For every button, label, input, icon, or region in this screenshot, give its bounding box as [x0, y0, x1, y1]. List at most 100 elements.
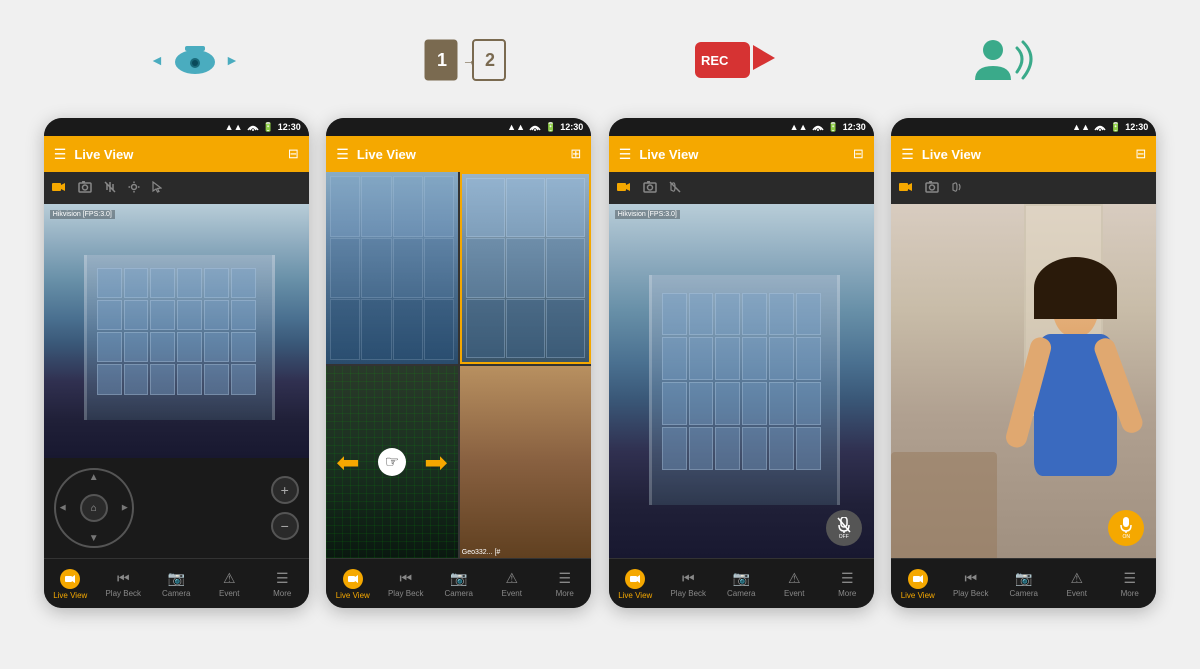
- phone1-video-icon[interactable]: [52, 181, 66, 195]
- phone3-nav-liveview[interactable]: Live View: [609, 569, 662, 600]
- svg-text:►: ►: [225, 52, 239, 68]
- phone4-screenshot-icon[interactable]: [925, 181, 939, 196]
- phone1-screenshot-icon[interactable]: [78, 181, 92, 196]
- phone1-ptz-up[interactable]: ▲: [89, 472, 99, 483]
- phone3-battery: 🔋: [828, 122, 839, 133]
- phone1-camera-label: Hikvision [FPS:3.0]: [50, 210, 115, 219]
- phone4-nav-playback[interactable]: ⏮ Play Beck: [944, 570, 997, 598]
- phone2-cell-bottomleft[interactable]: ⬅ ☞ ➡: [326, 366, 458, 558]
- phone1-cursor-icon[interactable]: [152, 181, 162, 196]
- phone4-more-icon: ☰: [1123, 570, 1136, 587]
- phone-3: ▲▲ 🔋 12:30 ☰ Live View ⊟: [609, 118, 874, 608]
- phone2-signal: ▲▲: [507, 122, 525, 132]
- phone1-mute-icon[interactable]: [104, 181, 116, 196]
- phone4-on-label: ON: [1123, 534, 1131, 540]
- phone2-status-bar: ▲▲ 🔋 12:30: [326, 118, 591, 136]
- phone4-mic-on-overlay[interactable]: ON: [1108, 510, 1144, 546]
- phone1-ptz-left[interactable]: ◄: [58, 503, 68, 514]
- phone1-ptz-down[interactable]: ▼: [89, 533, 99, 544]
- phone4-nav-liveview[interactable]: Live View: [891, 569, 944, 600]
- phone2-nav-liveview-label: Live View: [336, 591, 370, 600]
- phone3-playback-icon: ⏮: [682, 570, 695, 587]
- phone1-status-bar: ▲▲ 🔋 12:30: [44, 118, 309, 136]
- phone3-app-bar: ☰ Live View ⊟: [609, 136, 874, 172]
- phone1-nav-event-label: Event: [219, 589, 239, 598]
- phone1-nav-more[interactable]: ☰ More: [256, 570, 309, 598]
- phone4-status-bar: ▲▲ 🔋 12:30: [891, 118, 1156, 136]
- phone1-nav-camera[interactable]: 📷 Camera: [150, 570, 203, 598]
- phone2-layout-icon[interactable]: ⊞: [570, 146, 581, 162]
- phone1-playback-icon: ⏮: [117, 570, 130, 587]
- phone2-cell-bottomright[interactable]: Geo332... [#: [460, 366, 592, 558]
- phone2-nav-event[interactable]: ⚠ Event: [485, 570, 538, 598]
- phone1-zoom-in[interactable]: +: [271, 476, 299, 504]
- phone1-nav-liveview[interactable]: Live View: [44, 569, 97, 600]
- phone2-nav-playback[interactable]: ⏮ Play Beck: [379, 570, 432, 598]
- phone2-app-bar: ☰ Live View ⊞: [326, 136, 591, 172]
- phone1-building: [44, 204, 309, 458]
- phone3-nav-event[interactable]: ⚠ Event: [768, 570, 821, 598]
- phone3-building: [609, 204, 874, 558]
- svg-text:REC: REC: [701, 53, 729, 68]
- phone3-nav-playback-label: Play Beck: [670, 589, 706, 598]
- phone4-nav-event[interactable]: ⚠ Event: [1050, 570, 1103, 598]
- phone1-nav-playback[interactable]: ⏮ Play Beck: [97, 570, 150, 598]
- phone3-mute-icon[interactable]: [669, 181, 681, 196]
- phone3-video-icon[interactable]: [617, 181, 631, 195]
- phone3-toolbar: [609, 172, 874, 204]
- phone1-zoom-out[interactable]: −: [271, 512, 299, 540]
- phone3-mic-off-btn[interactable]: OFF: [826, 510, 862, 546]
- phone1-event-icon: ⚠: [223, 570, 236, 587]
- phone2-nav-camera[interactable]: 📷 Camera: [432, 570, 485, 598]
- phone2-menu-icon[interactable]: ☰: [336, 146, 349, 163]
- phone4-time: 12:30: [1125, 122, 1148, 132]
- phone4-camera-view: ON: [891, 204, 1156, 558]
- phone4-layout-icon[interactable]: ⊟: [1135, 146, 1146, 162]
- phone1-nav-event[interactable]: ⚠ Event: [203, 570, 256, 598]
- phone1-app-bar: ☰ Live View ⊟: [44, 136, 309, 172]
- phone2-battery: 🔋: [545, 122, 556, 133]
- phone1-zoom-controls: + −: [271, 476, 299, 540]
- phone4-nav-playback-label: Play Beck: [953, 589, 989, 598]
- phone3-nav-playback[interactable]: ⏮ Play Beck: [662, 570, 715, 598]
- phone2-nav-camera-label: Camera: [445, 589, 473, 598]
- phone2-time: 12:30: [560, 122, 583, 132]
- phone1-ptz-right[interactable]: ►: [120, 503, 130, 514]
- phone1-camera-view: Hikvision [FPS:3.0]: [44, 204, 309, 458]
- phone2-nav-playback-label: Play Beck: [388, 589, 424, 598]
- phone2-nav-more[interactable]: ☰ More: [538, 570, 591, 598]
- phone4-event-icon: ⚠: [1070, 570, 1083, 587]
- phone2-more-icon: ☰: [558, 570, 571, 587]
- phone1-nav-camera-label: Camera: [162, 589, 190, 598]
- phone2-cell-topleft[interactable]: [326, 172, 458, 364]
- phone4-nav-camera[interactable]: 📷 Camera: [997, 570, 1050, 598]
- phone1-windows: [97, 268, 256, 395]
- phone3-screenshot-icon[interactable]: [643, 181, 657, 196]
- phone4-mute-icon[interactable]: [951, 181, 963, 196]
- phone2-nav-liveview[interactable]: Live View: [326, 569, 379, 600]
- phone1-ptz-home[interactable]: ⌂: [80, 494, 108, 522]
- phone1-dpad[interactable]: ▲ ▼ ◄ ► ⌂: [54, 468, 134, 548]
- phone4-video-icon[interactable]: [899, 181, 913, 195]
- audio-feature-icon: [955, 20, 1055, 100]
- phone1-toolbar: [44, 172, 309, 204]
- phone-1: ▲▲ 🔋 12:30 ☰ Live View ⊟: [44, 118, 309, 608]
- phone4-menu-icon[interactable]: ☰: [901, 146, 914, 163]
- phone3-nav-more[interactable]: ☰ More: [821, 570, 874, 598]
- phone4-mic-on-btn[interactable]: ON: [1108, 510, 1144, 546]
- phone3-menu-icon[interactable]: ☰: [619, 146, 632, 163]
- phone4-toolbar: [891, 172, 1156, 204]
- phone1-dpad-ring: ▲ ▼ ◄ ► ⌂: [54, 468, 134, 548]
- phone2-bottom-nav: Live View ⏮ Play Beck 📷 Camera ⚠ Event ☰…: [326, 558, 591, 608]
- phone1-menu-icon[interactable]: ☰: [54, 146, 67, 163]
- phone4-nav-event-label: Event: [1067, 589, 1087, 598]
- phone1-brightness-icon[interactable]: [128, 181, 140, 196]
- phone2-cell-topright[interactable]: [460, 172, 592, 364]
- phone3-nav-camera[interactable]: 📷 Camera: [715, 570, 768, 598]
- svg-text:◄: ◄: [150, 52, 164, 68]
- phone4-nav-more[interactable]: ☰ More: [1103, 570, 1156, 598]
- phone1-layout-icon[interactable]: ⊟: [288, 146, 299, 162]
- phone3-rec-overlay[interactable]: OFF: [826, 510, 862, 546]
- phone1-battery: 🔋: [263, 122, 274, 133]
- phone3-layout-icon[interactable]: ⊟: [853, 146, 864, 162]
